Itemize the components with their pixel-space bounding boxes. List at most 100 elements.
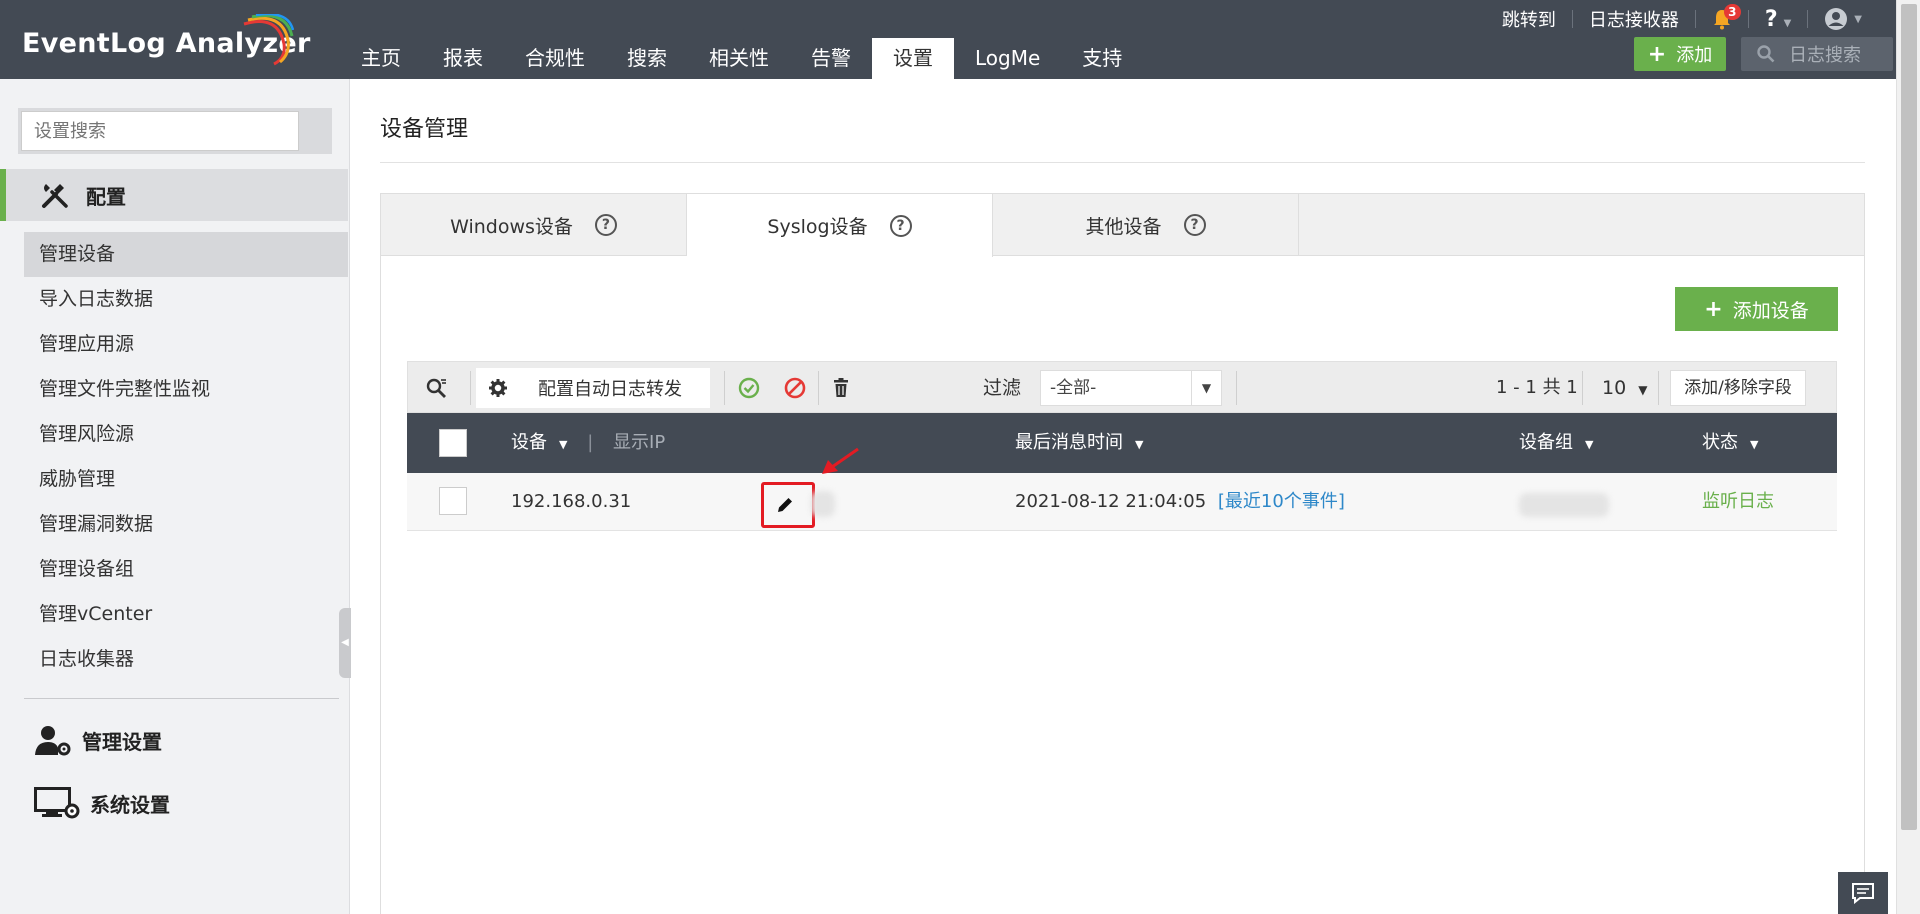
tab-other-devices[interactable]: 其他设备 ? <box>993 194 1299 256</box>
settings-search-input[interactable] <box>21 111 299 151</box>
sidebar-item-log-collector[interactable]: 日志收集器 <box>24 637 348 682</box>
enable-button[interactable] <box>738 362 760 414</box>
toolbar-divider <box>818 371 819 405</box>
caret-down-icon: ▼ <box>1783 17 1792 29</box>
log-search-input[interactable]: 日志搜索 <box>1741 37 1893 71</box>
nav-alerts[interactable]: 告警 <box>790 38 872 79</box>
column-status[interactable]: 状态 ▼ <box>1702 413 1758 475</box>
nav-settings[interactable]: 设置 <box>872 38 954 79</box>
column-last-message-time[interactable]: 最后消息时间 ▼ <box>1015 413 1143 475</box>
sidebar-divider <box>24 698 339 699</box>
sort-caret-icon: ▼ <box>1750 438 1759 451</box>
toolbar-divider <box>1582 371 1583 405</box>
show-ip-toggle[interactable]: 显示IP <box>613 432 665 453</box>
add-remove-columns-button[interactable]: 添加/移除字段 <box>1670 370 1806 406</box>
page-size-value: 10 <box>1602 377 1627 399</box>
sidebar-item-file-integrity[interactable]: 管理文件完整性监视 <box>24 367 348 412</box>
sort-caret-icon: ▼ <box>1135 438 1144 451</box>
monitor-gear-icon <box>34 787 80 819</box>
page-scrollbar[interactable] <box>1896 0 1920 914</box>
system-settings-section[interactable]: 系统设置 <box>34 783 170 823</box>
trash-icon <box>834 378 848 397</box>
redacted-device-group <box>1519 493 1609 517</box>
config-section-header[interactable]: 配置 <box>0 169 348 221</box>
notifications-button[interactable]: 3 <box>1696 0 1748 38</box>
plus-icon: + <box>1647 41 1667 67</box>
add-button-label: 添加 <box>1676 45 1713 66</box>
help-circle-icon[interactable]: ? <box>1183 214 1206 236</box>
row-checkbox[interactable] <box>439 487 467 515</box>
search-filter-icon <box>426 378 446 398</box>
column-separator: | <box>587 432 594 453</box>
sidebar-item-manage-app-sources[interactable]: 管理应用源 <box>24 322 348 367</box>
nav-reports[interactable]: 报表 <box>422 38 504 79</box>
table-search-button[interactable] <box>426 362 448 414</box>
system-settings-title: 系统设置 <box>90 792 170 817</box>
gear-icon <box>489 379 507 397</box>
sidebar-item-risk-sources[interactable]: 管理风险源 <box>24 412 348 457</box>
sidebar-item-vcenter[interactable]: 管理vCenter <box>24 592 348 637</box>
nav-support[interactable]: 支持 <box>1061 38 1143 79</box>
delete-button[interactable] <box>833 362 849 414</box>
chat-button[interactable] <box>1838 872 1888 914</box>
table-row: 192.168.0.31 2021-08-12 21:04:05 [最近10个事… <box>407 473 1837 531</box>
sidebar-item-threat-management[interactable]: 威胁管理 <box>24 457 348 502</box>
settings-sidebar: 配置 管理设备 导入日志数据 管理应用源 管理文件完整性监视 管理风险源 威胁管… <box>0 79 351 914</box>
recent-events-link[interactable]: [最近10个事件] <box>1218 491 1345 512</box>
help-icon: ? <box>1764 6 1778 32</box>
column-device[interactable]: 设备 ▼ | 显示IP <box>511 413 665 475</box>
user-menu[interactable]: ▼ <box>1808 7 1878 31</box>
column-last-message-time-label: 最后消息时间 <box>1015 432 1123 453</box>
page-title: 设备管理 <box>380 117 469 142</box>
nav-logme[interactable]: LogMe <box>954 38 1061 79</box>
sidebar-item-device-groups[interactable]: 管理设备组 <box>24 547 348 592</box>
disable-button[interactable] <box>784 362 806 414</box>
nav-home[interactable]: 主页 <box>340 38 422 79</box>
filter-label: 过滤 <box>983 377 1022 399</box>
column-device-group[interactable]: 设备组 ▼ <box>1519 413 1593 475</box>
sort-caret-icon: ▼ <box>1585 438 1594 451</box>
ban-icon <box>784 377 806 399</box>
sidebar-item-import-log-data[interactable]: 导入日志数据 <box>24 277 348 322</box>
select-all-checkbox[interactable] <box>439 429 467 457</box>
main-nav: 主页 报表 合规性 搜索 相关性 告警 设置 LogMe 支持 <box>340 38 1143 79</box>
add-device-button[interactable]: + 添加设备 <box>1675 287 1838 331</box>
admin-settings-section[interactable]: 管理设置 <box>34 720 162 760</box>
nav-compliance[interactable]: 合规性 <box>504 38 606 79</box>
tab-windows-devices[interactable]: Windows设备 ? <box>381 194 687 256</box>
notification-badge: 3 <box>1723 4 1741 20</box>
last-message-time-value: 2021-08-12 21:04:05 <box>1015 491 1207 512</box>
toolbar-divider <box>1658 371 1659 405</box>
scrollbar-thumb[interactable] <box>1901 4 1917 830</box>
redacted-content <box>811 491 835 517</box>
tools-icon <box>42 184 68 208</box>
sidebar-collapse-handle[interactable]: ◀ <box>339 608 351 678</box>
page-size-select[interactable]: 10 ▼ <box>1602 362 1647 416</box>
nav-correlation[interactable]: 相关性 <box>688 38 790 79</box>
sidebar-item-manage-devices[interactable]: 管理设备 <box>24 232 348 277</box>
top-header: EventLog Analyzer 主页 报表 合规性 搜索 相关性 告警 设置… <box>0 0 1896 79</box>
auto-log-forward-button[interactable]: 配置自动日志转发 <box>476 368 710 408</box>
utility-links: 跳转到 日志接收器 3 ? ▼ ▼ <box>1486 0 1878 38</box>
jump-to-link[interactable]: 跳转到 <box>1486 6 1572 32</box>
filter-select[interactable]: -全部- ▼ <box>1040 370 1222 406</box>
nav-search[interactable]: 搜索 <box>606 38 688 79</box>
logo-swoosh-icon <box>243 14 294 66</box>
device-tabs: Windows设备 ? Syslog设备 ? 其他设备 ? <box>381 194 1864 257</box>
edit-device-button[interactable] <box>761 482 815 528</box>
admin-settings-title: 管理设置 <box>82 729 162 754</box>
help-circle-icon[interactable]: ? <box>889 214 912 237</box>
status-link[interactable]: 监听日志 <box>1702 491 1774 512</box>
user-avatar-icon <box>1825 8 1848 30</box>
log-receiver-link[interactable]: 日志接收器 <box>1573 6 1695 32</box>
add-button[interactable]: + 添加 <box>1634 37 1726 71</box>
admin-user-gear-icon <box>35 726 71 756</box>
help-circle-icon[interactable]: ? <box>594 214 617 236</box>
device-ip-cell: 192.168.0.31 <box>511 491 632 512</box>
status-cell: 监听日志 <box>1702 473 1774 531</box>
sidebar-item-vulnerability-data[interactable]: 管理漏洞数据 <box>24 502 348 547</box>
toolbar-divider <box>724 371 725 405</box>
tab-syslog-devices[interactable]: Syslog设备 ? <box>687 194 993 257</box>
caret-down-icon: ▼ <box>1638 383 1648 397</box>
help-menu[interactable]: ? ▼ <box>1749 7 1807 32</box>
